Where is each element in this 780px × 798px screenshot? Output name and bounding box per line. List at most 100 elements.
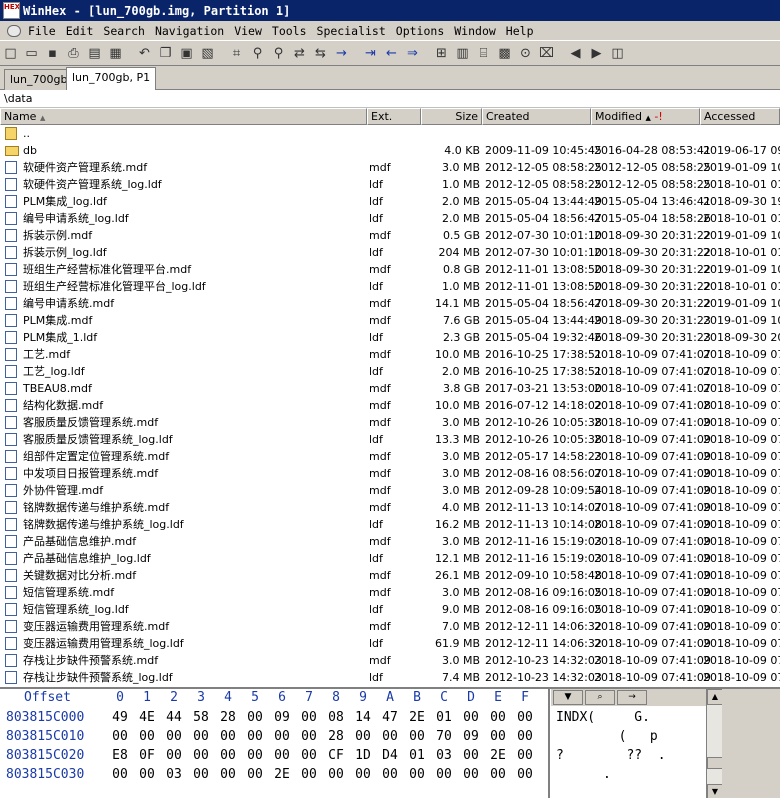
file-row[interactable]: 关键数据对比分析.mdf mdf 26.1 MB 2012-09-10 10:58:4…: [0, 567, 780, 584]
file-row[interactable]: PLM集成_log.ldf ldf 2.0 MB 2015-05-04 13:44:4…: [0, 193, 780, 210]
ascii-text[interactable]: ( p: [556, 727, 706, 746]
hex-byte[interactable]: 08: [325, 708, 347, 727]
column-header-size[interactable]: Size: [421, 108, 482, 125]
menu-tools[interactable]: Tools: [267, 24, 312, 38]
file-row[interactable]: 编号申请系统.mdf mdf 14.1 MB 2015-05-04 18:56:47 2…: [0, 295, 780, 312]
hex-byte[interactable]: 00: [271, 727, 293, 746]
dropdown-icon[interactable]: ▼: [553, 690, 583, 705]
hex-byte[interactable]: 1D: [352, 746, 374, 765]
hex-byte[interactable]: 44: [163, 708, 185, 727]
analyze-icon[interactable]: ⊙: [515, 43, 536, 63]
hex-byte[interactable]: 00: [352, 765, 374, 784]
file-row[interactable]: 编号申请系统_log.ldf ldf 2.0 MB 2015-05-04 18:56:…: [0, 210, 780, 227]
file-row[interactable]: TBEAU8.mdf mdf 3.8 GB 2017-03-21 13:53:00 20…: [0, 380, 780, 397]
menu-edit[interactable]: Edit: [61, 24, 99, 38]
column-header-ext[interactable]: Ext.: [367, 108, 421, 125]
page-setup-icon[interactable]: ▦: [105, 43, 126, 63]
hex-byte[interactable]: 2E: [271, 765, 293, 784]
hex-byte[interactable]: 01: [433, 708, 455, 727]
disk-editor-icon[interactable]: ⊞: [431, 43, 452, 63]
column-header-name[interactable]: Name ▲: [0, 108, 367, 125]
file-row[interactable]: 班组生产经营标准化管理平台.mdf mdf 0.8 GB 2012-11-01 13:…: [0, 261, 780, 278]
file-row[interactable]: 铭牌数据传递与维护系统_log.ldf ldf 16.2 MB 2012-11-13 …: [0, 516, 780, 533]
hex-byte[interactable]: 4E: [136, 708, 158, 727]
hex-byte[interactable]: 00: [190, 746, 212, 765]
hex-convert-icon[interactable]: ⌗: [226, 43, 247, 63]
hex-byte[interactable]: 00: [487, 765, 509, 784]
menu-search[interactable]: Search: [98, 24, 150, 38]
hex-byte[interactable]: 00: [514, 727, 536, 746]
file-row[interactable]: 客服质量反馈管理系统.mdf mdf 3.0 MB 2012-10-26 10:05:…: [0, 414, 780, 431]
hex-byte[interactable]: 00: [190, 727, 212, 746]
hex-byte[interactable]: 00: [514, 746, 536, 765]
system-menu-icon[interactable]: [7, 24, 21, 37]
hex-byte[interactable]: 00: [271, 746, 293, 765]
hex-byte[interactable]: CF: [325, 746, 347, 765]
hex-byte[interactable]: 70: [433, 727, 455, 746]
hex-byte[interactable]: 00: [298, 727, 320, 746]
properties-icon[interactable]: ▤: [84, 43, 105, 63]
ram-editor-icon[interactable]: ▥: [452, 43, 473, 63]
open-file-icon[interactable]: ▭: [21, 43, 42, 63]
file-row[interactable]: 组部件定置定位管理系统.mdf mdf 3.0 MB 2012-05-17 14:58…: [0, 448, 780, 465]
replace-text-icon[interactable]: ⇄: [289, 43, 310, 63]
hex-byte[interactable]: 00: [298, 746, 320, 765]
hex-byte[interactable]: 00: [514, 708, 536, 727]
hex-byte[interactable]: 00: [136, 765, 158, 784]
print-icon[interactable]: ⎙: [63, 43, 84, 63]
hex-byte[interactable]: 00: [190, 765, 212, 784]
file-row[interactable]: 软硬件资产管理系统_log.ldf ldf 1.0 MB 2012-12-05 08:…: [0, 176, 780, 193]
menu-view[interactable]: View: [229, 24, 267, 38]
hex-byte[interactable]: 00: [460, 765, 482, 784]
file-row[interactable]: 变压器运输费用管理系统.mdf mdf 7.0 MB 2012-12-11 14:06…: [0, 618, 780, 635]
hex-byte[interactable]: 00: [352, 727, 374, 746]
hex-byte[interactable]: D4: [379, 746, 401, 765]
file-row[interactable]: 变压器运输费用管理系统_log.ldf ldf 61.9 MB 2012-12-11 …: [0, 635, 780, 652]
tab-lun-700gb-p1[interactable]: lun_700gb, P1: [66, 67, 157, 90]
file-row[interactable]: 工艺_log.ldf ldf 2.0 MB 2016-10-25 17:38:51 20…: [0, 363, 780, 380]
back-icon[interactable]: ←: [381, 43, 402, 63]
file-row[interactable]: 结构化数据.mdf mdf 10.0 MB 2016-07-12 14:18:02 20…: [0, 397, 780, 414]
hex-byte[interactable]: 00: [244, 765, 266, 784]
file-row[interactable]: 中发项目日报管理系统.mdf mdf 3.0 MB 2012-08-16 08:56:…: [0, 465, 780, 482]
hex-byte[interactable]: 49: [109, 708, 131, 727]
column-header-modified[interactable]: Modified ▲ -!: [591, 108, 700, 125]
menu-navigation[interactable]: Navigation: [150, 24, 229, 38]
file-row[interactable]: ..: [0, 125, 780, 142]
hex-byte[interactable]: 58: [190, 708, 212, 727]
hex-byte[interactable]: 03: [433, 746, 455, 765]
ascii-text[interactable]: ? ?? .: [556, 746, 706, 765]
file-row[interactable]: 产品基础信息维护.mdf mdf 3.0 MB 2012-11-16 15:19:03…: [0, 533, 780, 550]
hex-byte[interactable]: 00: [136, 727, 158, 746]
hex-byte[interactable]: 00: [406, 765, 428, 784]
hex-byte[interactable]: 00: [379, 727, 401, 746]
file-row[interactable]: PLM集成_1.ldf ldf 2.3 GB 2015-05-04 19:32:46 2…: [0, 329, 780, 346]
hex-byte[interactable]: 00: [325, 765, 347, 784]
ascii-text[interactable]: .: [556, 765, 706, 784]
file-row[interactable]: PLM集成.mdf mdf 7.6 GB 2015-05-04 13:44:49 201…: [0, 312, 780, 329]
replace-hex-icon[interactable]: ⇆: [310, 43, 331, 63]
column-header-created[interactable]: Created: [482, 108, 591, 125]
hex-byte[interactable]: 00: [460, 746, 482, 765]
hex-byte[interactable]: 00: [109, 727, 131, 746]
hex-byte[interactable]: 14: [352, 708, 374, 727]
hex-byte[interactable]: 00: [244, 746, 266, 765]
hex-byte[interactable]: 00: [217, 746, 239, 765]
hex-byte[interactable]: 00: [487, 727, 509, 746]
hex-byte[interactable]: 00: [163, 746, 185, 765]
hex-byte[interactable]: 00: [487, 708, 509, 727]
new-file-icon[interactable]: □: [0, 43, 21, 63]
menu-file[interactable]: File: [23, 24, 61, 38]
file-row[interactable]: 铭牌数据传递与维护系统.mdf mdf 4.0 MB 2012-11-13 10:14…: [0, 499, 780, 516]
file-row[interactable]: 班组生产经营标准化管理平台_log.ldf ldf 1.0 MB 2012-11-01…: [0, 278, 780, 295]
hex-byte[interactable]: 00: [298, 765, 320, 784]
hex-byte[interactable]: 00: [244, 708, 266, 727]
search-icon[interactable]: ⌕: [585, 690, 615, 705]
goto-sector-icon[interactable]: ⇥: [360, 43, 381, 63]
menu-specialist[interactable]: Specialist: [312, 24, 391, 38]
hex-byte[interactable]: 01: [406, 746, 428, 765]
menu-options[interactable]: Options: [391, 24, 449, 38]
file-row[interactable]: 产品基础信息维护_log.ldf ldf 12.1 MB 2012-11-16 15:…: [0, 550, 780, 567]
hex-byte[interactable]: 09: [460, 727, 482, 746]
hex-byte[interactable]: 0F: [136, 746, 158, 765]
